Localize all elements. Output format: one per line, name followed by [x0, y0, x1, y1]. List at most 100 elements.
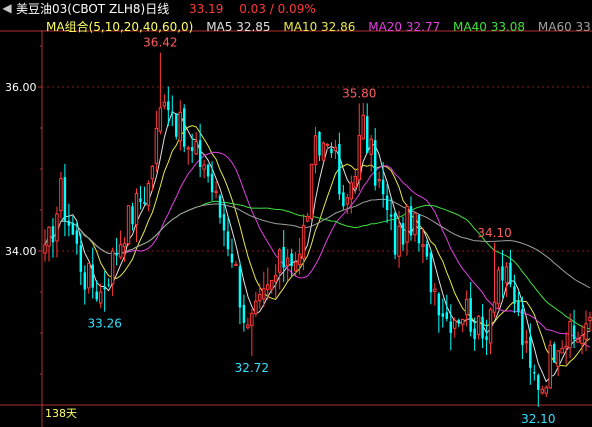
price-annotation-low: 33.26	[87, 317, 121, 331]
candle-body-up	[154, 127, 159, 164]
candle-body-up	[266, 284, 270, 291]
ma60-line	[44, 198, 591, 289]
candle-body-up	[194, 141, 198, 155]
price-annotation-low: 32.10	[521, 412, 555, 426]
candle-body-down	[572, 325, 576, 340]
candle-body-down	[533, 372, 536, 374]
ma-legend-row: MA组合(5,10,20,40,60,0) MA5 32.85 MA10 32.…	[46, 20, 592, 34]
candle-body-up	[524, 341, 529, 344]
candle-body-down	[222, 214, 226, 231]
candle-body-up	[126, 205, 131, 245]
candle-body-up	[270, 279, 274, 290]
candle-body-down	[537, 375, 540, 390]
candle-body-up	[325, 143, 330, 146]
candle-body-up	[405, 205, 409, 243]
candle-body-up	[262, 288, 266, 300]
candle-body-down	[139, 198, 142, 202]
candle-body-down	[210, 173, 214, 193]
candle-body-down	[457, 319, 460, 324]
candle-body-down	[75, 230, 79, 244]
candle-body-up	[345, 197, 350, 205]
candle-body-down	[198, 140, 202, 168]
candle-body-down	[226, 231, 230, 250]
candle-body-down	[373, 140, 377, 186]
candle-body-up	[178, 111, 182, 142]
candle-body-down	[282, 247, 285, 268]
candle-body-down	[290, 253, 293, 267]
candle-body-up	[421, 244, 425, 247]
candle-body-down	[437, 293, 441, 316]
candle-body-up	[158, 107, 163, 132]
candle-body-up	[476, 315, 481, 335]
candle-body-up	[576, 338, 580, 343]
candle-body-up	[504, 266, 509, 284]
back-arrow-icon[interactable]: ◀	[0, 0, 14, 16]
candle-body-down	[318, 131, 321, 156]
candle-body-up	[118, 244, 123, 258]
candle-body-up	[146, 182, 151, 206]
candle-body-up	[313, 135, 318, 166]
candle-body-down	[417, 214, 421, 244]
ytick-label-36: 36.00	[5, 81, 37, 94]
ma20-value: MA20 32.77	[368, 20, 441, 34]
candle-body-down	[501, 266, 504, 281]
candle-body-down	[521, 309, 524, 345]
candle-body-down	[393, 212, 397, 255]
candle-body-down	[441, 313, 445, 317]
candle-body-down	[143, 201, 146, 204]
candle-body-up	[492, 301, 497, 313]
candle-body-up	[580, 335, 584, 345]
candle-body-up	[297, 253, 302, 266]
candle-body-up	[488, 309, 493, 344]
candle-body-down	[481, 316, 484, 339]
candle-body-down	[51, 226, 55, 243]
candle-body-down	[429, 252, 433, 293]
candle-body-up	[460, 318, 465, 325]
candle-body-down	[401, 223, 405, 245]
candle-body-up	[305, 215, 310, 222]
candle-body-up	[43, 244, 47, 254]
candle-body-down	[115, 253, 118, 256]
candle-body-up	[309, 163, 314, 220]
candle-body-up	[186, 147, 190, 150]
candle-body-up	[162, 101, 167, 107]
candle-body-up	[413, 212, 417, 236]
candle-body-down	[389, 214, 393, 217]
price-change: 0.03 / 0.09%	[239, 2, 316, 16]
candle-body-down	[509, 262, 512, 285]
price-annotation-low: 32.72	[235, 361, 269, 375]
candle-body-down	[238, 266, 242, 308]
price-annotation-high: 36.42	[143, 36, 177, 50]
candle-body-up	[273, 274, 278, 283]
candle-body-up	[55, 213, 59, 242]
candle-body-down	[167, 101, 170, 110]
candle-body-up	[285, 257, 290, 267]
candle-body-up	[87, 263, 91, 289]
ma40-line	[44, 200, 591, 330]
candle-body-up	[258, 293, 262, 302]
candle-body-up	[202, 164, 206, 170]
candle-body-up	[397, 225, 401, 257]
candle-body-up	[134, 193, 139, 226]
candle-body-up	[560, 347, 564, 354]
candle-body-down	[175, 113, 178, 137]
candle-body-up	[353, 175, 358, 188]
candle-body-down	[365, 116, 369, 153]
ytick-label-34: 34.00	[5, 245, 37, 258]
candle-body-down	[513, 286, 516, 304]
candle-body-up	[496, 269, 501, 305]
ma-group-label[interactable]: MA组合(5,10,20,40,60,0)	[46, 20, 193, 34]
candle-body-down	[190, 147, 194, 152]
candle-body-up	[214, 190, 218, 193]
ma5-line	[44, 111, 591, 383]
ma40-value: MA40 33.08	[453, 20, 526, 34]
candle-body-up	[246, 324, 250, 329]
last-price: 33.19	[189, 2, 224, 16]
price-annotation-high: 35.80	[342, 86, 376, 100]
candle-body-down	[91, 264, 94, 288]
candle-body-down	[409, 206, 413, 236]
candle-body-up	[556, 350, 560, 367]
candle-body-up	[588, 316, 592, 322]
candle-body-down	[71, 223, 75, 235]
candle-body-down	[107, 284, 110, 286]
